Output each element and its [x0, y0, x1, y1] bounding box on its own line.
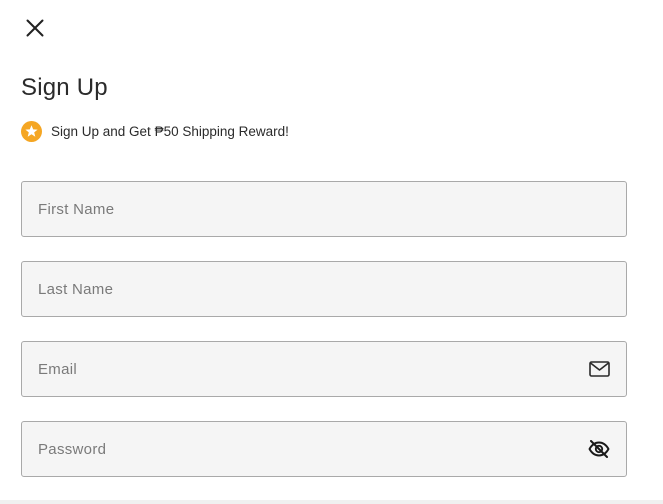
- reward-banner: Sign Up and Get ₱50 Shipping Reward!: [21, 121, 289, 142]
- last-name-field: [21, 261, 627, 317]
- password-field: [21, 421, 627, 477]
- mail-icon: [588, 359, 610, 379]
- close-button[interactable]: [22, 15, 48, 41]
- sign-up-page: Sign Up Sign Up and Get ₱50 Shipping Rew…: [0, 0, 663, 504]
- eye-off-icon[interactable]: [588, 439, 610, 459]
- page-title: Sign Up: [21, 74, 108, 101]
- password-input[interactable]: [22, 422, 626, 476]
- bottom-divider: [0, 500, 663, 504]
- first-name-field: [21, 181, 627, 237]
- star-badge-icon: [21, 121, 42, 142]
- email-input[interactable]: [22, 342, 626, 396]
- first-name-input[interactable]: [22, 182, 626, 236]
- reward-text: Sign Up and Get ₱50 Shipping Reward!: [51, 124, 289, 139]
- last-name-input[interactable]: [22, 262, 626, 316]
- close-icon: [26, 19, 44, 37]
- email-field: [21, 341, 627, 397]
